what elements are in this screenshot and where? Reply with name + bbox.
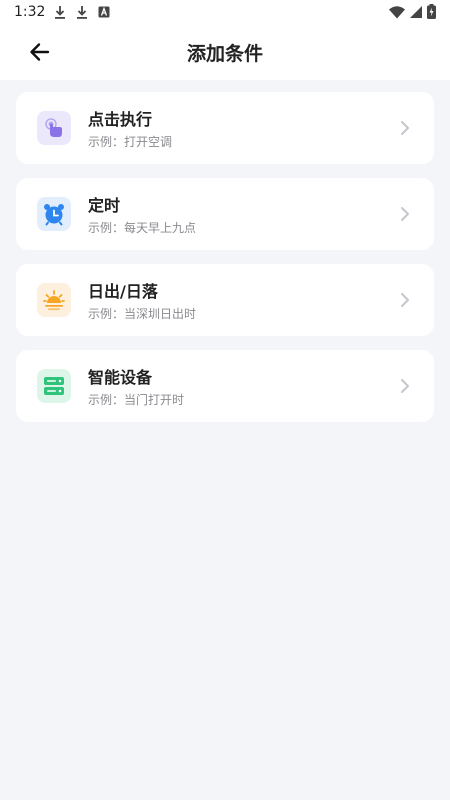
condition-subtitle: 示例：当深圳日出时: [88, 307, 197, 321]
alarm-clock-icon: [37, 197, 71, 231]
download-icon: [54, 5, 66, 19]
top-bar: 1:32 添加条件: [0, 0, 450, 80]
condition-card-smart-device[interactable]: 智能设备 示例：当门打开时: [16, 350, 434, 422]
condition-subtitle: 示例：打开空调: [88, 135, 173, 149]
chevron-right-icon: [400, 120, 410, 136]
sunrise-icon: [37, 283, 71, 317]
chevron-right-icon: [400, 292, 410, 308]
wifi-icon: [389, 4, 405, 23]
condition-card-timer[interactable]: 定时 示例：每天早上九点: [16, 178, 434, 250]
condition-title: 智能设备: [88, 368, 153, 387]
condition-subtitle: 示例：当门打开时: [88, 393, 185, 407]
condition-card-sunrise-sunset[interactable]: 日出/日落 示例：当深圳日出时: [16, 264, 434, 336]
status-bar: 1:32: [0, 0, 450, 24]
signal-icon: [409, 4, 423, 23]
condition-title: 点击执行: [88, 110, 153, 129]
download-icon: [76, 5, 88, 19]
tap-hand-icon: [37, 111, 71, 145]
condition-title: 定时: [88, 196, 121, 215]
battery-charging-icon: [427, 4, 436, 23]
condition-title: 日出/日落: [88, 282, 158, 301]
page-title: 添加条件: [186, 43, 263, 65]
server-device-icon: [37, 369, 71, 403]
header: 添加条件: [0, 24, 450, 80]
status-time: 1:32: [14, 4, 46, 20]
app-notification-icon: [98, 5, 110, 19]
chevron-right-icon: [400, 378, 410, 394]
condition-subtitle: 示例：每天早上九点: [88, 221, 197, 235]
condition-list: 点击执行 示例：打开空调 定时 示例：每天早上九点 日出/日落 示例：当深圳日出…: [0, 80, 450, 448]
condition-card-tap-execute[interactable]: 点击执行 示例：打开空调: [16, 92, 434, 164]
chevron-right-icon: [400, 206, 410, 222]
status-icons: [389, 4, 436, 23]
